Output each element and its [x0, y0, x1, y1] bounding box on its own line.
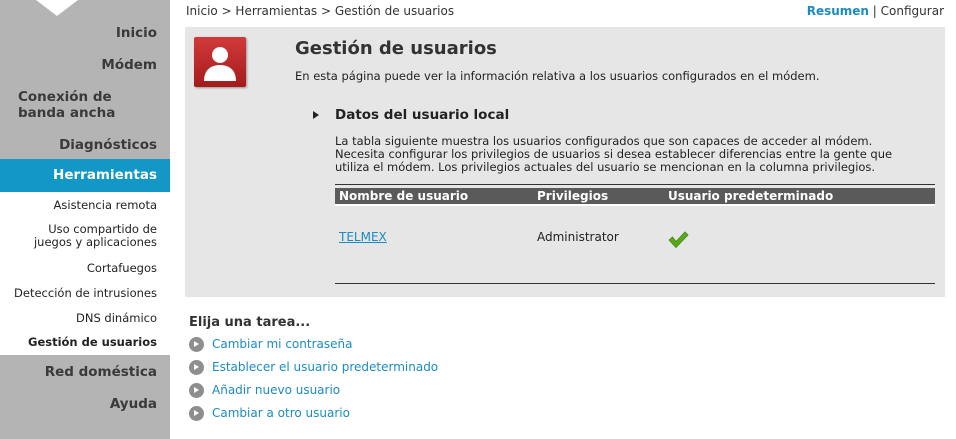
view-switcher: Resumen | Configurar [807, 4, 944, 18]
triangle-right-icon [313, 111, 319, 119]
section-title: Datos del usuario local [335, 107, 510, 123]
view-configure-link[interactable]: Configurar [881, 4, 944, 18]
green-checkmark-icon [667, 229, 689, 251]
view-separator: | [872, 4, 877, 18]
view-summary-link[interactable]: Resumen [807, 4, 869, 18]
page-intro: En esta página puede ver la información … [295, 69, 820, 83]
sidebar-item-modem[interactable]: Módem [0, 57, 170, 73]
users-table: Nombre de usuario Privilegios Usuario pr… [335, 184, 935, 284]
sidebar-item-red-domestica[interactable]: Red doméstica [0, 364, 170, 380]
sidebar-item-inicio[interactable]: Inicio [0, 25, 170, 41]
sidebar-subitem-dns-dinamico[interactable]: DNS dinámico [0, 312, 170, 325]
sidebar-item-conexion-banda-ancha[interactable]: Conexión de banda ancha [0, 89, 170, 121]
user-silhouette-icon [194, 37, 246, 87]
arrow-circle-icon [189, 383, 204, 398]
breadcrumb: Inicio > Herramientas > Gestión de usuar… [186, 4, 455, 18]
sidebar-notch [36, 0, 78, 16]
column-header-username: Nombre de usuario [339, 189, 469, 203]
arrow-circle-icon [189, 337, 204, 352]
column-header-privileges: Privilegios [537, 189, 609, 203]
sidebar-subitem-uso-compartido[interactable]: Uso compartido de juegos y aplicaciones [0, 223, 170, 249]
page-title: Gestión de usuarios [295, 38, 497, 59]
sidebar-item-ayuda[interactable]: Ayuda [0, 396, 170, 412]
task-label[interactable]: Cambiar mi contraseña [212, 337, 352, 351]
sidebar-nav: Inicio Módem Conexión de banda ancha Dia… [0, 0, 170, 439]
sidebar-item-diagnosticos[interactable]: Diagnósticos [0, 137, 170, 153]
arrow-circle-icon [189, 360, 204, 375]
sidebar-item-herramientas[interactable]: Herramientas [0, 159, 170, 192]
sidebar-subitem-asistencia-remota[interactable]: Asistencia remota [0, 199, 170, 212]
sidebar-submenu: Asistencia remota Uso compartido de jueg… [0, 192, 170, 355]
task-heading: Elija una tarea... [189, 315, 311, 330]
sidebar-subitem-gestion-usuarios[interactable]: Gestión de usuarios [0, 336, 170, 349]
task-label[interactable]: Cambiar a otro usuario [212, 406, 350, 420]
content-panel: Gestión de usuarios En esta página puede… [185, 27, 945, 297]
task-label[interactable]: Añadir nuevo usuario [212, 383, 340, 397]
sidebar-subitem-deteccion-intrusiones[interactable]: Detección de intrusiones [0, 287, 170, 300]
task-label[interactable]: Establecer el usuario predeterminado [212, 360, 438, 374]
username-link[interactable]: TELMEX [339, 230, 387, 244]
column-header-default-user: Usuario predeterminado [668, 189, 834, 203]
arrow-circle-icon [189, 406, 204, 421]
sidebar-subitem-cortafuegos[interactable]: Cortafuegos [0, 262, 170, 275]
table-header: Nombre de usuario Privilegios Usuario pr… [335, 188, 935, 206]
privileges-cell: Administrator [537, 230, 619, 244]
section-description: La tabla siguiente muestra los usuarios … [335, 134, 893, 174]
